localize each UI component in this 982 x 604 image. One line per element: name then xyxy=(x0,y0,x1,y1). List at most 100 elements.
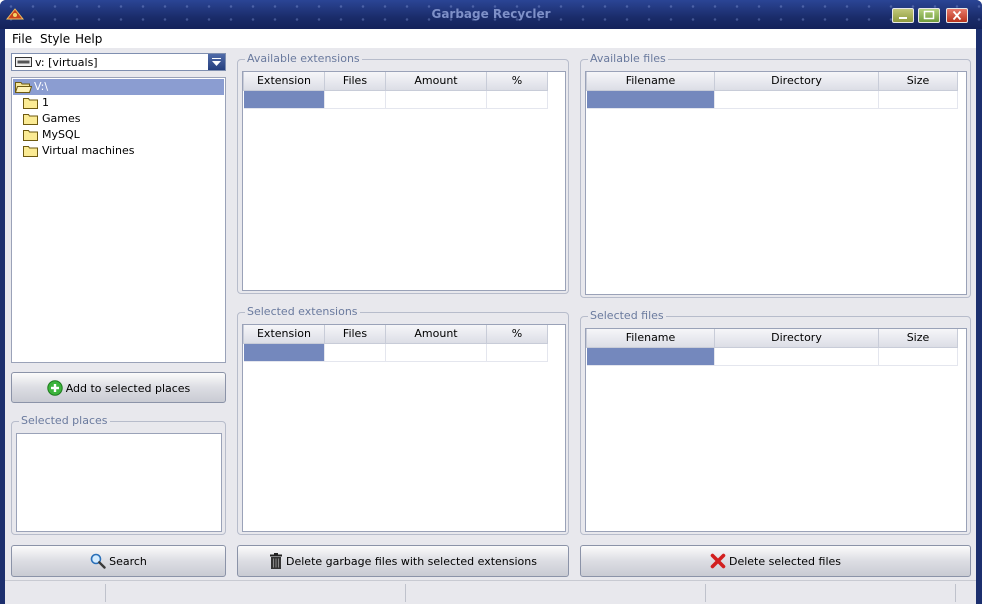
column-amount[interactable]: Amount xyxy=(385,72,487,91)
column-files[interactable]: Files xyxy=(324,72,386,91)
status-panel xyxy=(705,584,955,602)
selected-extensions-grid[interactable]: Extension Files Amount % xyxy=(242,324,566,532)
column-extension[interactable]: Extension xyxy=(243,325,325,344)
menu-style[interactable]: Style xyxy=(40,32,70,46)
folder-icon xyxy=(23,98,38,109)
selected-files-grid[interactable]: Filename Directory Size xyxy=(585,328,967,532)
column-filename[interactable]: Filename xyxy=(586,72,715,91)
table-cell[interactable] xyxy=(878,346,958,366)
column-percent[interactable]: % xyxy=(486,72,548,91)
column-files[interactable]: Files xyxy=(324,325,386,344)
selected-files-title: Selected files xyxy=(588,309,666,322)
table-cell[interactable] xyxy=(243,342,325,362)
menu-help[interactable]: Help xyxy=(75,32,102,46)
folder-icon xyxy=(23,146,38,157)
table-cell[interactable] xyxy=(324,89,386,109)
selected-files-table: Filename Directory Size xyxy=(586,329,958,366)
table-cell[interactable] xyxy=(714,89,879,109)
table-cell[interactable] xyxy=(385,342,487,362)
dropdown-arrow-button[interactable] xyxy=(208,54,225,70)
tree-item-label: Virtual machines xyxy=(42,144,135,157)
selected-extensions-table: Extension Files Amount % xyxy=(243,325,548,362)
selected-extensions-group: Selected extensions Extension Files Amou… xyxy=(237,305,569,535)
drive-select[interactable]: v: [virtuals] xyxy=(11,53,226,71)
add-to-selected-places-button[interactable]: Add to selected places xyxy=(11,372,226,403)
available-extensions-table: Extension Files Amount % xyxy=(243,72,548,109)
table-row[interactable] xyxy=(243,89,548,109)
selected-places-group: Selected places xyxy=(11,414,226,535)
column-size[interactable]: Size xyxy=(878,72,958,91)
tree-item-label: 1 xyxy=(42,96,49,109)
table-row[interactable] xyxy=(243,342,548,362)
drive-icon xyxy=(15,57,32,67)
size-grip[interactable] xyxy=(955,584,975,602)
selected-files-group: Selected files Filename Directory Size xyxy=(580,309,971,535)
client-area: File Style Help v: [virtuals] V:\ 1 Game… xyxy=(5,29,976,604)
folder-icon xyxy=(23,114,38,125)
menu-bar: File Style Help xyxy=(5,29,976,48)
tree-item-virtual-machines[interactable]: Virtual machines xyxy=(13,143,224,159)
table-row[interactable] xyxy=(586,346,958,366)
tree-item-label: V:\ xyxy=(34,80,49,93)
window-title: Garbage Recycler xyxy=(431,7,551,21)
maximize-button[interactable] xyxy=(918,8,940,23)
search-button[interactable]: Search xyxy=(11,545,226,577)
chevron-down-icon xyxy=(212,58,221,66)
column-size[interactable]: Size xyxy=(878,329,958,348)
column-directory[interactable]: Directory xyxy=(714,72,879,91)
tree-item-1[interactable]: 1 xyxy=(13,95,224,111)
search-label: Search xyxy=(109,554,147,568)
add-icon xyxy=(47,380,63,396)
column-extension[interactable]: Extension xyxy=(243,72,325,91)
tree-item-label: Games xyxy=(42,112,81,125)
table-cell[interactable] xyxy=(586,346,715,366)
status-bar xyxy=(5,580,976,604)
column-filename[interactable]: Filename xyxy=(586,329,715,348)
selected-places-title: Selected places xyxy=(19,414,110,427)
delete-garbage-files-button[interactable]: Delete garbage files with selected exten… xyxy=(237,545,569,577)
tree-item-root[interactable]: V:\ xyxy=(13,79,224,95)
column-amount[interactable]: Amount xyxy=(385,325,487,344)
column-percent[interactable]: % xyxy=(486,325,548,344)
available-files-grid[interactable]: Filename Directory Size xyxy=(585,71,967,295)
minimize-button[interactable] xyxy=(892,8,914,23)
tree-item-mysql[interactable]: MySQL xyxy=(13,127,224,143)
available-files-title: Available files xyxy=(588,52,668,65)
delete-x-icon xyxy=(710,553,726,569)
available-files-group: Available files Filename Directory Size xyxy=(580,52,971,298)
menu-file[interactable]: File xyxy=(12,32,32,46)
table-row[interactable] xyxy=(586,89,958,109)
available-files-table: Filename Directory Size xyxy=(586,72,958,109)
folder-icon xyxy=(23,130,38,141)
delete-garbage-files-label: Delete garbage files with selected exten… xyxy=(286,554,537,568)
close-icon xyxy=(952,10,962,21)
available-extensions-grid[interactable]: Extension Files Amount % xyxy=(242,71,566,291)
folder-tree[interactable]: V:\ 1 Games MySQL Virtual machines xyxy=(11,77,226,363)
delete-selected-files-label: Delete selected files xyxy=(728,554,842,568)
status-panel xyxy=(105,584,405,602)
table-cell[interactable] xyxy=(714,346,879,366)
title-bar[interactable]: Garbage Recycler xyxy=(0,0,982,29)
column-directory[interactable]: Directory xyxy=(714,329,879,348)
selected-extensions-title: Selected extensions xyxy=(245,305,360,318)
table-cell[interactable] xyxy=(486,89,548,109)
available-extensions-title: Available extensions xyxy=(245,52,362,65)
selected-places-list[interactable] xyxy=(16,433,222,532)
table-cell[interactable] xyxy=(385,89,487,109)
table-cell[interactable] xyxy=(324,342,386,362)
status-panel xyxy=(405,584,705,602)
table-cell[interactable] xyxy=(586,89,715,109)
tree-item-games[interactable]: Games xyxy=(13,111,224,127)
add-to-selected-places-label: Add to selected places xyxy=(65,381,191,395)
table-cell[interactable] xyxy=(878,89,958,109)
drive-select-value: v: [virtuals] xyxy=(35,56,98,69)
app-window: Garbage Recycler File Style Help v: [vir… xyxy=(0,0,982,604)
maximize-icon xyxy=(923,10,935,20)
delete-selected-files-button[interactable]: Delete selected files xyxy=(580,545,971,577)
table-cell[interactable] xyxy=(243,89,325,109)
trash-icon xyxy=(270,553,283,569)
open-folder-icon xyxy=(15,82,32,93)
minimize-icon xyxy=(899,17,907,19)
close-button[interactable] xyxy=(946,8,968,23)
table-cell[interactable] xyxy=(486,342,548,362)
